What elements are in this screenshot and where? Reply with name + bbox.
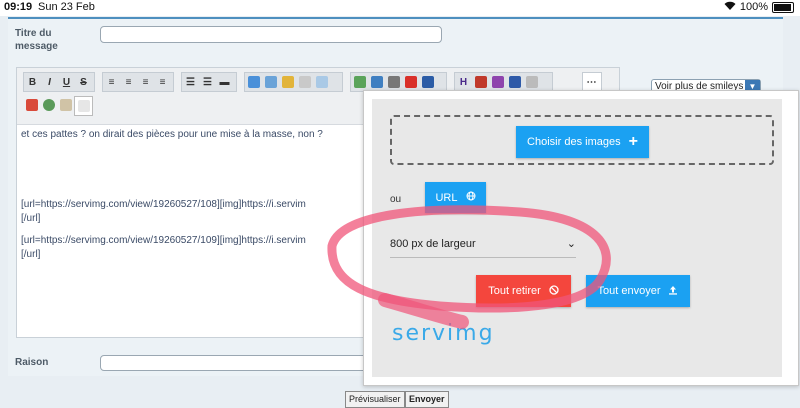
insert-group xyxy=(244,72,343,92)
choose-images-button[interactable]: Choisir des images + xyxy=(516,126,649,158)
send-all-label: Tout envoyer xyxy=(597,285,661,297)
servimg-logo: servimg xyxy=(392,321,495,346)
text-line: [/url] xyxy=(21,249,41,260)
width-select-value: 800 px de largeur xyxy=(390,238,476,250)
or-label: ou xyxy=(390,194,402,205)
reason-input[interactable] xyxy=(100,355,372,371)
align-right-icon[interactable]: ≡ xyxy=(137,73,154,91)
text-line: [/url] xyxy=(21,213,41,224)
color-icon[interactable] xyxy=(472,73,489,91)
flash-icon[interactable] xyxy=(419,73,436,91)
title-input[interactable] xyxy=(100,26,442,43)
hide-icon[interactable] xyxy=(296,73,313,91)
send-button[interactable]: Envoyer xyxy=(405,391,449,408)
size-icon[interactable] xyxy=(489,73,506,91)
second-row-group xyxy=(23,96,98,116)
globe-icon xyxy=(466,191,476,204)
send-all-button[interactable]: Tout envoyer xyxy=(586,275,690,307)
align-left-icon[interactable]: ≡ xyxy=(103,73,120,91)
remove-all-button[interactable]: Tout retirer xyxy=(476,275,571,307)
font-icon[interactable] xyxy=(506,73,523,91)
spoiler-icon[interactable] xyxy=(279,73,296,91)
clear-format-icon[interactable] xyxy=(523,73,540,91)
url-label: URL xyxy=(435,191,458,204)
strike-button[interactable]: S xyxy=(75,73,92,91)
status-right: 100% xyxy=(724,1,794,13)
youtube-icon[interactable] xyxy=(402,73,419,91)
status-time: 09:19 xyxy=(4,1,33,13)
message-text: et ces pattes ? on dirait des pièces pou… xyxy=(21,128,323,262)
wifi-icon xyxy=(724,1,736,13)
choose-images-label: Choisir des images xyxy=(527,136,621,148)
align-group: ≡ ≡ ≡ ≡ xyxy=(102,72,174,92)
width-select[interactable]: 800 px de largeur ⌄ xyxy=(390,233,576,258)
date-icon[interactable] xyxy=(23,96,40,114)
battery-percent: 100% xyxy=(739,1,768,13)
reason-label: Raison xyxy=(15,357,49,368)
image-icon[interactable] xyxy=(351,73,368,91)
title-label: Titre du message xyxy=(15,28,58,52)
status-date: Sun 23 Feb xyxy=(38,1,95,13)
preview-button[interactable]: Prévisualiser xyxy=(345,391,405,408)
table-icon[interactable] xyxy=(313,73,330,91)
more-options-icon[interactable]: ⋯ xyxy=(583,73,600,91)
horizontal-rule-icon[interactable]: ▬ xyxy=(216,73,233,91)
upload-panel: Choisir des images + ou URL 800 px de la… xyxy=(372,99,782,377)
text-line: et ces pattes ? on dirait des pièces pou… xyxy=(21,129,323,140)
text-line: [url=https://servimg.com/view/19260527/1… xyxy=(21,199,306,210)
style-group: H xyxy=(454,72,553,92)
forbidden-icon xyxy=(549,284,559,298)
battery-icon xyxy=(772,1,794,13)
bullet-list-icon[interactable]: ☰ xyxy=(182,73,199,91)
code-icon[interactable] xyxy=(262,73,279,91)
host-image-icon[interactable] xyxy=(368,73,385,91)
copy-icon[interactable] xyxy=(57,96,74,114)
more-group: ⋯ xyxy=(582,72,602,92)
status-bar: 09:19 Sun 23 Feb 100% xyxy=(0,0,800,16)
media-group xyxy=(350,72,447,92)
url-button[interactable]: URL xyxy=(425,182,486,213)
link-icon[interactable] xyxy=(385,73,402,91)
remove-all-label: Tout retirer xyxy=(488,285,541,297)
underline-button[interactable]: U xyxy=(58,73,75,91)
bold-button[interactable]: B xyxy=(24,73,41,91)
numbered-list-icon[interactable]: ☰ xyxy=(199,73,216,91)
text-line: [url=https://servimg.com/view/19260527/1… xyxy=(21,235,306,246)
italic-button[interactable]: I xyxy=(41,73,58,91)
source-icon[interactable] xyxy=(74,96,93,116)
quote-icon[interactable] xyxy=(245,73,262,91)
list-group: ☰ ☰ ▬ xyxy=(181,72,237,92)
upload-popup: Choisir des images + ou URL 800 px de la… xyxy=(363,90,799,386)
search-icon[interactable] xyxy=(40,96,57,114)
format-group: B I U S xyxy=(23,72,95,92)
chevron-down-icon: ⌄ xyxy=(566,238,576,250)
justify-icon[interactable]: ≡ xyxy=(154,73,171,91)
upload-icon xyxy=(668,285,678,298)
headline-button[interactable]: H xyxy=(455,73,472,91)
plus-icon: + xyxy=(628,133,638,150)
align-center-icon[interactable]: ≡ xyxy=(120,73,137,91)
